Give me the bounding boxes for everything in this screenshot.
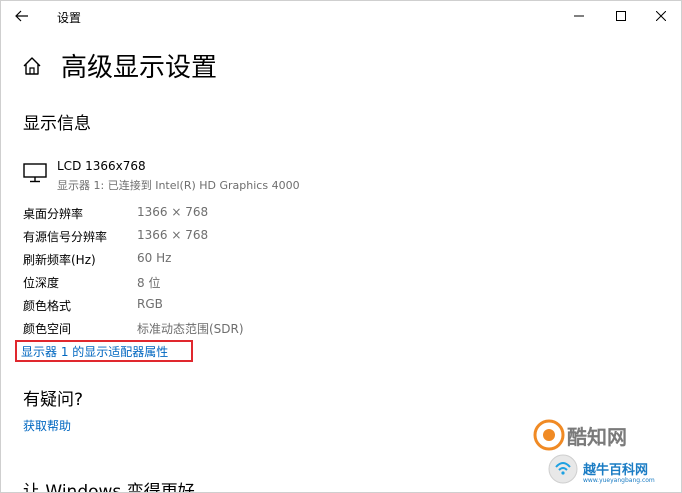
- help-heading: 有疑问?: [23, 390, 84, 410]
- display-adapter-properties-link[interactable]: 显示器 1 的显示适配器属性: [21, 343, 168, 360]
- info-row-color-space: 颜色空间 标准动态范围(SDR): [23, 320, 423, 338]
- minimize-button[interactable]: [559, 1, 599, 31]
- monitor-connection: 显示器 1: 已连接到 Intel(R) HD Graphics 4000: [57, 179, 300, 192]
- info-value: 标准动态范围(SDR): [137, 322, 244, 336]
- info-row-active-signal-resolution: 有源信号分辨率 1366 × 768: [23, 228, 423, 246]
- info-value: 60 Hz: [137, 251, 172, 265]
- watermark: 酷知网 越牛百科网 www.yueyangbang.com: [521, 413, 681, 491]
- info-value: RGB: [137, 297, 163, 311]
- app-title: 设置: [57, 11, 82, 25]
- info-value: 1366 × 768: [137, 205, 209, 219]
- home-icon[interactable]: [21, 55, 43, 77]
- maximize-button[interactable]: [601, 1, 641, 31]
- back-button[interactable]: [7, 2, 37, 30]
- display-info-heading: 显示信息: [23, 114, 91, 134]
- make-windows-better-heading: 让 Windows 变得更好: [23, 482, 195, 493]
- watermark-url: www.yueyangbang.com: [583, 477, 655, 484]
- watermark-slogan: 越牛百科网: [583, 463, 649, 478]
- info-label: 颜色格式: [23, 299, 72, 313]
- info-value: 8 位: [137, 276, 161, 290]
- close-button[interactable]: [641, 1, 681, 31]
- info-label: 颜色空间: [23, 322, 72, 336]
- info-label: 刷新频率(Hz): [23, 253, 96, 267]
- back-arrow-icon: [15, 10, 28, 22]
- settings-window: 设置 高级显示设置 显示信息 LCD 1366x768 显示器 1: 已连接到 …: [0, 0, 682, 493]
- title-bar: 设置: [1, 1, 681, 31]
- close-icon: [656, 11, 666, 21]
- info-row-color-format: 颜色格式 RGB: [23, 297, 423, 315]
- info-label: 桌面分辨率: [23, 207, 84, 221]
- watermark-brand: 酷知网: [567, 425, 627, 449]
- page-title: 高级显示设置: [61, 53, 218, 83]
- info-row-refresh-rate: 刷新频率(Hz) 60 Hz: [23, 251, 423, 269]
- get-help-link[interactable]: 获取帮助: [23, 417, 71, 434]
- info-row-bit-depth: 位深度 8 位: [23, 274, 423, 292]
- info-row-desktop-resolution: 桌面分辨率 1366 × 768: [23, 205, 423, 223]
- minimize-icon: [574, 15, 584, 17]
- monitor-icon: [23, 163, 47, 183]
- info-value: 1366 × 768: [137, 228, 209, 242]
- info-label: 位深度: [23, 276, 60, 290]
- info-label: 有源信号分辨率: [23, 230, 108, 244]
- maximize-icon: [616, 11, 626, 21]
- monitor-name: LCD 1366x768: [57, 159, 146, 173]
